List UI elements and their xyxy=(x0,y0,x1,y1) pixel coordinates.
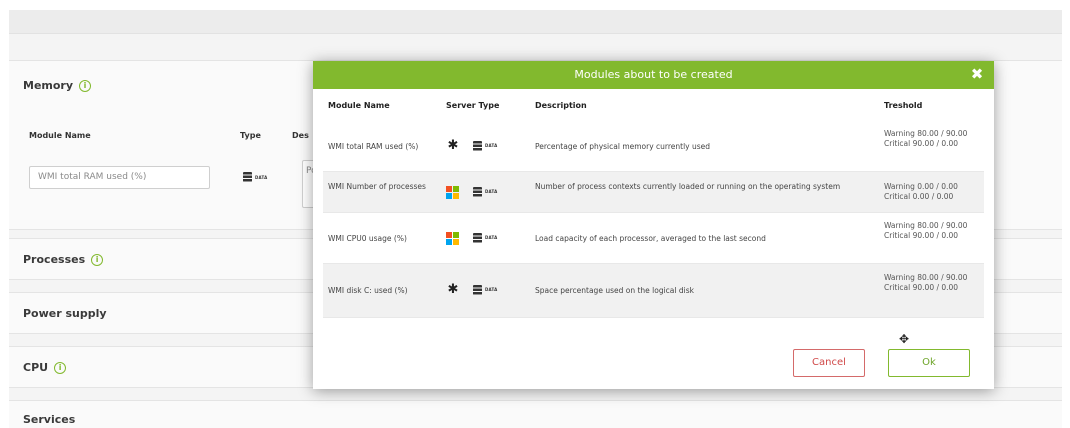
generic-os-icon: ✱ xyxy=(447,138,459,153)
bg-col-type: Type xyxy=(240,131,261,140)
threshold-critical: Critical 90.00 / 0.00 xyxy=(884,139,959,148)
data-badge: DATA xyxy=(485,143,498,148)
cancel-button[interactable]: Cancel xyxy=(793,349,865,377)
threshold-cell: Warning 0.00 / 0.00 Critical 0.00 / 0.00 xyxy=(884,182,984,202)
info-icon[interactable]: i xyxy=(54,361,67,374)
memory-title-text: Memory xyxy=(23,79,74,92)
module-name-input[interactable]: WMI total RAM used (%) xyxy=(29,166,210,189)
threshold-cell: Warning 80.00 / 90.00 Critical 90.00 / 0… xyxy=(884,273,984,293)
database-icon xyxy=(473,141,482,151)
threshold-warning: Warning 0.00 / 0.00 xyxy=(884,182,958,191)
memory-section-title[interactable]: Memory i xyxy=(23,79,92,92)
modules-modal: Modules about to be created ✖ Module Nam… xyxy=(313,61,994,389)
bg-col-description: Des xyxy=(292,131,309,140)
database-icon xyxy=(473,285,482,295)
threshold-critical: Critical 90.00 / 0.00 xyxy=(884,283,959,292)
description-cell: Number of process contexts currently loa… xyxy=(535,182,841,191)
description-cell: Percentage of physical memory currently … xyxy=(535,142,711,151)
modal-header: Modules about to be created ✖ xyxy=(313,61,994,89)
table-row: WMI disk C: used (%) ✱ DATA Space percen… xyxy=(323,264,984,318)
data-type-cell: DATA xyxy=(473,141,497,154)
description-cell: Load capacity of each processor, average… xyxy=(535,234,766,243)
top-strip xyxy=(9,10,1062,34)
module-name-cell: WMI disk C: used (%) xyxy=(328,286,408,295)
data-badge: DATA xyxy=(255,174,268,180)
module-name-cell: WMI CPU0 usage (%) xyxy=(328,234,407,243)
info-icon[interactable]: i xyxy=(91,253,104,266)
services-section-title[interactable]: Services xyxy=(23,413,75,426)
table-row: WMI Number of processes DATA Number of p… xyxy=(323,172,984,213)
table-row: WMI CPU0 usage (%) DATA Load capacity of… xyxy=(323,213,984,264)
threshold-critical: Critical 90.00 / 0.00 xyxy=(884,231,959,240)
server-type-cell xyxy=(446,185,459,199)
close-icon[interactable]: ✖ xyxy=(968,65,986,83)
bg-col-module-name: Module Name xyxy=(29,131,91,140)
cpu-section-title[interactable]: CPU i xyxy=(23,361,67,374)
data-badge: DATA xyxy=(485,235,498,240)
services-section[interactable]: Services xyxy=(9,400,1062,428)
database-icon xyxy=(243,172,252,182)
server-type-cell xyxy=(446,231,459,245)
table-row: WMI total RAM used (%) ✱ DATA Percentage… xyxy=(323,121,984,172)
data-badge: DATA xyxy=(485,189,498,194)
cpu-title-text: CPU xyxy=(23,361,49,374)
module-name-cell: WMI total RAM used (%) xyxy=(328,142,419,151)
data-type-cell: DATA xyxy=(473,285,497,298)
data-badge: DATA xyxy=(485,287,498,292)
data-type-cell: DATA xyxy=(473,233,497,246)
processes-section-title[interactable]: Processes i xyxy=(23,253,104,266)
windows-icon xyxy=(446,186,459,199)
server-type-cell: ✱ xyxy=(446,139,460,153)
description-cell: Space percentage used on the logical dis… xyxy=(535,286,694,295)
power-supply-section-title[interactable]: Power supply xyxy=(23,307,107,320)
col-server-type: Server Type xyxy=(446,101,500,110)
move-cursor-icon: ✥ xyxy=(899,332,910,346)
database-icon xyxy=(473,233,482,243)
threshold-warning: Warning 80.00 / 90.00 xyxy=(884,221,968,230)
services-title-text: Services xyxy=(23,413,76,426)
module-name-cell: WMI Number of processes xyxy=(328,182,426,191)
col-description: Description xyxy=(535,101,587,110)
ok-button[interactable]: Ok xyxy=(888,349,970,377)
windows-icon xyxy=(446,232,459,245)
threshold-warning: Warning 80.00 / 90.00 xyxy=(884,129,968,138)
database-icon xyxy=(473,187,482,197)
modal-title: Modules about to be created xyxy=(574,68,733,81)
processes-title-text: Processes xyxy=(23,253,86,266)
col-module-name: Module Name xyxy=(328,101,390,110)
power-supply-title-text: Power supply xyxy=(23,307,107,320)
data-type-icon: DATA xyxy=(243,172,267,182)
threshold-critical: Critical 0.00 / 0.00 xyxy=(884,192,954,201)
server-type-cell: ✱ xyxy=(446,283,460,297)
threshold-cell: Warning 80.00 / 90.00 Critical 90.00 / 0… xyxy=(884,129,984,149)
threshold-warning: Warning 80.00 / 90.00 xyxy=(884,273,968,282)
threshold-cell: Warning 80.00 / 90.00 Critical 90.00 / 0… xyxy=(884,221,984,241)
data-type-cell: DATA xyxy=(473,187,497,200)
col-threshold: Treshold xyxy=(884,101,923,110)
generic-os-icon: ✱ xyxy=(447,282,459,297)
info-icon[interactable]: i xyxy=(79,79,92,92)
